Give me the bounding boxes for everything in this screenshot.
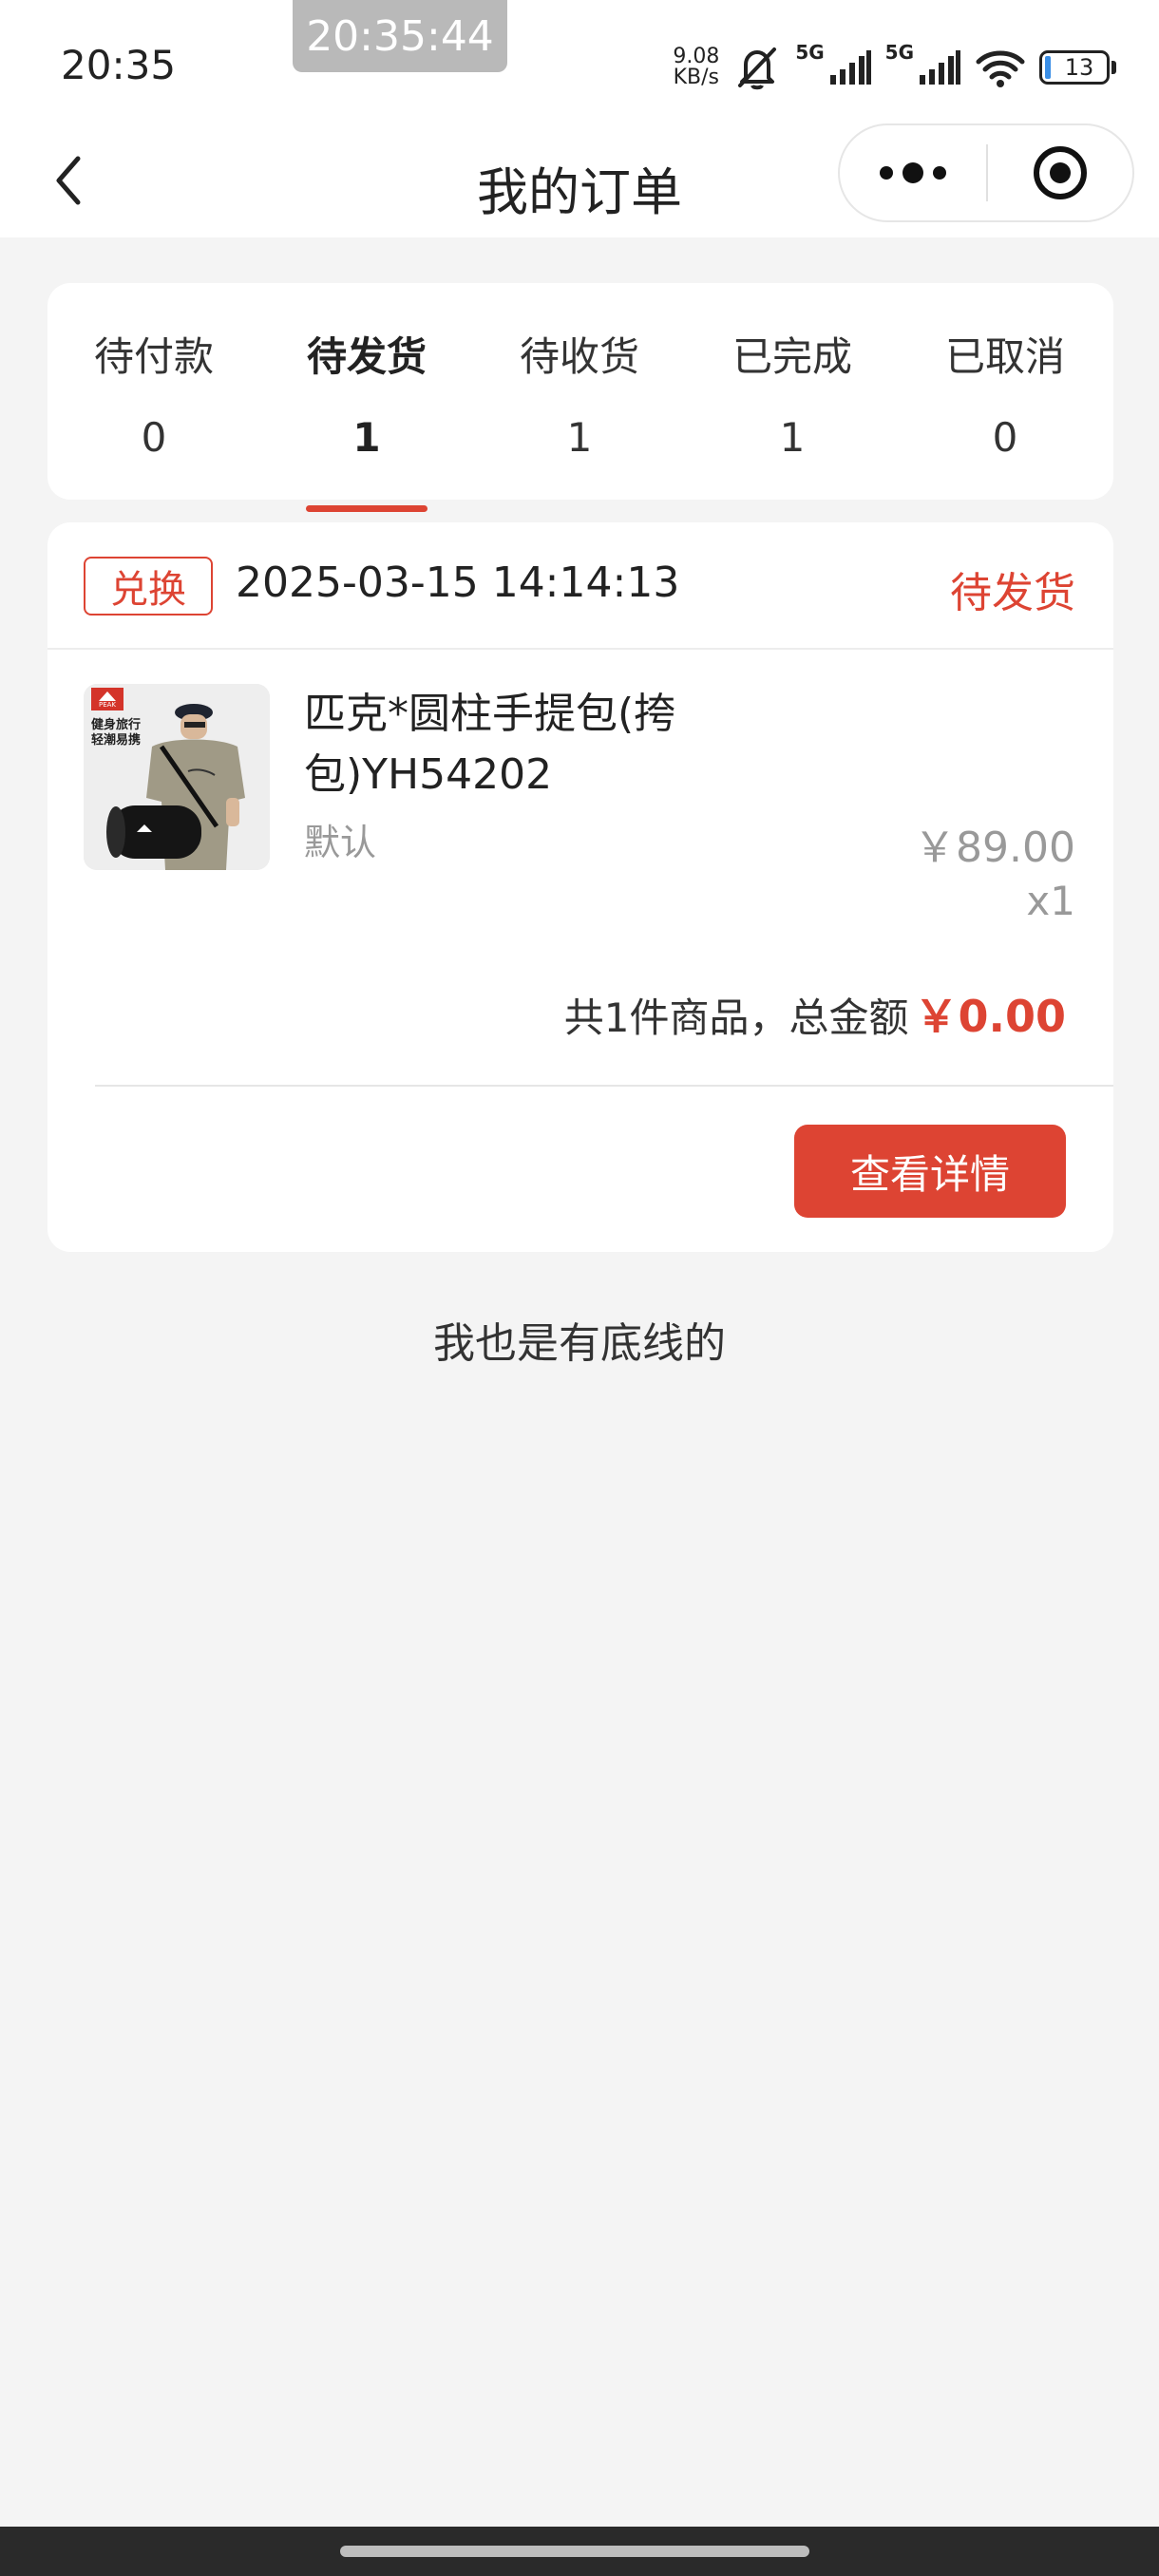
product-spec: 默认 xyxy=(304,822,377,863)
thumb-brand: PEAK xyxy=(98,701,117,709)
more-options-button[interactable] xyxy=(840,125,986,220)
close-mini-program-button[interactable] xyxy=(988,125,1132,220)
floating-clock: 20:35:44 xyxy=(293,0,507,72)
order-total-label: 共1件商品，总金额 xyxy=(563,994,909,1041)
order-status-tabs: 待付款 0 待发货 1 待收货 1 已完成 1 已取消 0 xyxy=(48,283,1113,500)
status-bar: 20:35 20:35:44 9.08 KB/s 5G 5G 13 xyxy=(0,0,1159,123)
network-speed: 9.08 KB/s xyxy=(673,47,719,88)
battery-icon: 13 xyxy=(1039,48,1117,86)
order-header: 兑换 2025-03-15 14:14:13 待发货 xyxy=(48,522,1113,650)
active-tab-indicator xyxy=(306,505,428,512)
battery-level: 13 xyxy=(1064,54,1094,81)
view-details-button[interactable]: 查看详情 xyxy=(794,1125,1066,1218)
signal-1-icon xyxy=(829,50,871,85)
order-card: 兑换 2025-03-15 14:14:13 待发货 PEAK 健身旅行 轻潮易… xyxy=(48,522,1113,1252)
order-list-page: 20:35 20:35:44 9.08 KB/s 5G 5G 13 我的订单 待… xyxy=(0,0,1159,2576)
tab-label: 已完成 xyxy=(732,333,852,380)
wifi-icon xyxy=(976,50,1025,87)
product-image[interactable]: PEAK 健身旅行 轻潮易携 xyxy=(84,684,270,870)
tab-count: 0 xyxy=(992,414,1018,461)
order-total-amount: ￥0.00 xyxy=(914,991,1067,1042)
more-dot-icon xyxy=(902,162,923,183)
more-dot-icon xyxy=(880,166,893,180)
product-quantity: x1 xyxy=(1026,878,1075,924)
chevron-left-icon xyxy=(56,156,81,205)
target-close-icon xyxy=(1034,146,1087,199)
status-icons: 9.08 KB/s 5G 5G 13 xyxy=(673,38,1117,97)
tab-label: 待付款 xyxy=(93,333,214,380)
title-bar: 我的订单 xyxy=(0,123,1159,237)
tab-cancelled[interactable]: 已取消 0 xyxy=(899,283,1112,500)
tab-count: 0 xyxy=(141,414,167,461)
system-navigation-bar xyxy=(0,2527,1159,2576)
product-price: ￥89.00 xyxy=(914,824,1075,872)
tab-label: 已取消 xyxy=(944,333,1065,380)
tab-label: 待收货 xyxy=(519,333,639,380)
tab-count: 1 xyxy=(352,414,381,461)
tab-label: 待发货 xyxy=(306,333,427,380)
order-type-badge: 兑换 xyxy=(84,557,213,616)
more-dot-icon xyxy=(933,166,946,180)
divider xyxy=(95,1085,1113,1087)
status-time: 20:35 xyxy=(61,42,177,88)
tab-count: 1 xyxy=(566,414,593,461)
product-name[interactable]: 匹克*圆柱手提包(挎包)YH54202 xyxy=(304,684,836,805)
order-status: 待发货 xyxy=(950,569,1075,617)
end-of-list-text: 我也是有底线的 xyxy=(433,1319,726,1368)
order-total: 共1件商品，总金额 ￥0.00 xyxy=(564,982,1066,1045)
order-time: 2025-03-15 14:14:13 xyxy=(236,559,680,607)
tab-pending-receipt[interactable]: 待收货 1 xyxy=(473,283,686,500)
signal-2-label: 5G xyxy=(884,41,914,64)
tab-completed[interactable]: 已完成 1 xyxy=(686,283,899,500)
network-speed-unit: KB/s xyxy=(673,66,720,89)
home-indicator[interactable] xyxy=(340,2546,809,2557)
tab-count: 1 xyxy=(779,414,806,461)
tab-pending-payment[interactable]: 待付款 0 xyxy=(48,283,260,500)
signal-1-label: 5G xyxy=(795,41,825,64)
signal-2-icon xyxy=(920,50,960,85)
product-photo xyxy=(84,684,270,870)
mini-program-capsule xyxy=(838,123,1134,222)
mute-bell-icon xyxy=(738,47,777,90)
network-speed-value: 9.08 xyxy=(673,45,720,68)
back-button[interactable] xyxy=(34,146,103,215)
thumb-caption-2: 轻潮易携 xyxy=(91,733,142,748)
tab-pending-shipment[interactable]: 待发货 1 xyxy=(260,283,473,500)
